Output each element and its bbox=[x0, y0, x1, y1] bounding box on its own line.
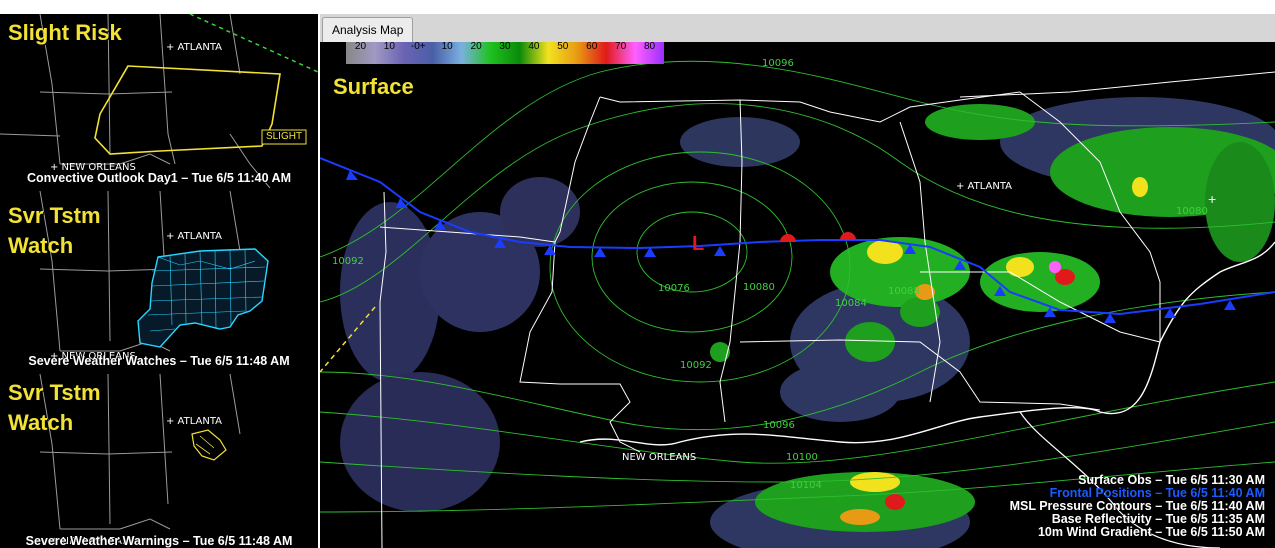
colorbar-label: 10 bbox=[441, 41, 453, 52]
colorbar-label: 20 bbox=[354, 41, 367, 52]
city-atlanta: + ATLANTA bbox=[166, 231, 223, 242]
svg-text:10092: 10092 bbox=[332, 256, 364, 267]
panel-title: Slight Risk bbox=[8, 20, 122, 45]
reflectivity-colorbar: 20 10 -0+ 10 20 30 40 50 60 70 80 bbox=[346, 42, 664, 64]
colorbar-label: 60 bbox=[586, 41, 598, 52]
tab-analysis-map[interactable]: Analysis Map bbox=[322, 17, 414, 43]
panel-title-line1: Svr Tstm bbox=[8, 380, 101, 405]
colorbar-label: 70 bbox=[615, 41, 627, 52]
city-atlanta: + ATLANTA bbox=[166, 42, 223, 53]
panel-caption: Severe Weather Warnings – Tue 6/5 11:48 … bbox=[25, 534, 293, 548]
tab-bar: Analysis Map bbox=[320, 14, 1275, 43]
panel-caption: Convective Outlook Day1 – Tue 6/5 11:40 … bbox=[27, 171, 291, 185]
panel-title-line2: Watch bbox=[8, 233, 74, 258]
svg-text:10076: 10076 bbox=[658, 283, 690, 294]
svg-text:10100: 10100 bbox=[786, 452, 818, 463]
colorbar-label: 40 bbox=[528, 41, 540, 52]
svg-text:10084: 10084 bbox=[835, 298, 867, 309]
slight-badge: SLIGHT bbox=[265, 131, 303, 142]
legend-wind-gradient: 10m Wind Gradient – Tue 6/5 11:50 AM bbox=[1037, 525, 1265, 539]
map-title: Surface bbox=[333, 74, 414, 99]
colorbar-label: -0+ bbox=[410, 41, 426, 52]
svg-text:10096: 10096 bbox=[763, 420, 795, 431]
svg-text:10104: 10104 bbox=[790, 480, 822, 491]
svg-text:10096: 10096 bbox=[762, 58, 794, 69]
low-pressure-marker: L bbox=[692, 233, 704, 255]
severe-warnings-panel[interactable]: Svr Tstm Watch + ATLANTA + NEW ORLEANS S… bbox=[0, 374, 318, 548]
radar-echoes bbox=[710, 104, 1275, 532]
colorbar-label: 80 bbox=[643, 41, 656, 52]
crosshair-icon: + bbox=[1208, 191, 1216, 207]
panel-title-line2: Watch bbox=[8, 410, 74, 435]
severe-watches-panel[interactable]: Svr Tstm Watch + ATLANTA + NEW ORLEANS S… bbox=[0, 191, 318, 371]
panel-caption: Severe Weather Watches – Tue 6/5 11:48 A… bbox=[28, 354, 290, 368]
colorbar-label: 30 bbox=[499, 41, 511, 52]
convective-outlook-panel[interactable]: Slight Risk + ATLANTA + NEW ORLEANS SLIG… bbox=[0, 14, 318, 188]
city-atlanta: + ATLANTA bbox=[166, 416, 223, 427]
colorbar-label: 20 bbox=[470, 41, 482, 52]
city-atlanta: + ATLANTA bbox=[956, 181, 1013, 192]
svg-text:10080: 10080 bbox=[1176, 206, 1208, 217]
city-new-orleans: NEW ORLEANS bbox=[622, 452, 697, 463]
side-panel-column: Slight Risk + ATLANTA + NEW ORLEANS SLIG… bbox=[0, 14, 318, 548]
svg-text:10088: 10088 bbox=[888, 286, 920, 297]
panel-title-line1: Svr Tstm bbox=[8, 203, 101, 228]
colorbar-label: 10 bbox=[383, 41, 395, 52]
colorbar-label: 50 bbox=[557, 41, 569, 52]
layer-legend: Surface Obs – Tue 6/5 11:30 AM Frontal P… bbox=[1010, 474, 1265, 539]
svg-text:10092: 10092 bbox=[680, 360, 712, 371]
svg-text:10080: 10080 bbox=[743, 282, 775, 293]
